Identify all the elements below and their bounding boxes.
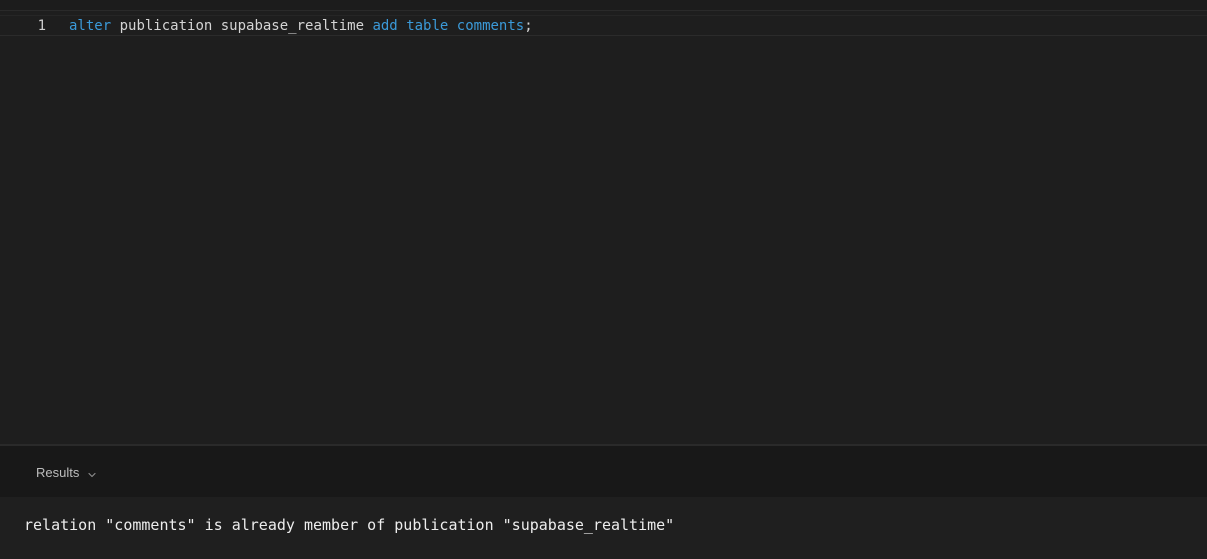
results-panel: relation "comments" is already member of… — [0, 497, 1207, 559]
editor-top-bar — [0, 0, 1207, 11]
sql-statement[interactable]: alter publication supabase_realtime add … — [69, 16, 533, 36]
keyword-table: table — [406, 18, 449, 34]
results-label: Results — [36, 464, 80, 480]
token-semicolon: ; — [524, 18, 533, 34]
identifier-comments: comments — [456, 18, 525, 34]
keyword-alter: alter — [69, 18, 112, 34]
keyword-add: add — [372, 18, 398, 34]
line-number: 1 — [37, 18, 46, 34]
code-line-1[interactable]: 1 alter publication supabase_realtime ad… — [0, 15, 1207, 36]
identifier-publication: publication supabase_realtime — [111, 18, 373, 34]
error-message: relation "comments" is already member of… — [24, 516, 675, 534]
results-toggle-button[interactable]: Results — [36, 463, 97, 481]
chevron-down-icon — [87, 467, 97, 478]
sql-code-editor[interactable]: 1 alter publication supabase_realtime ad… — [0, 11, 1207, 444]
results-header: Results — [0, 446, 1207, 497]
sql-editor-window: 1 alter publication supabase_realtime ad… — [0, 0, 1207, 559]
